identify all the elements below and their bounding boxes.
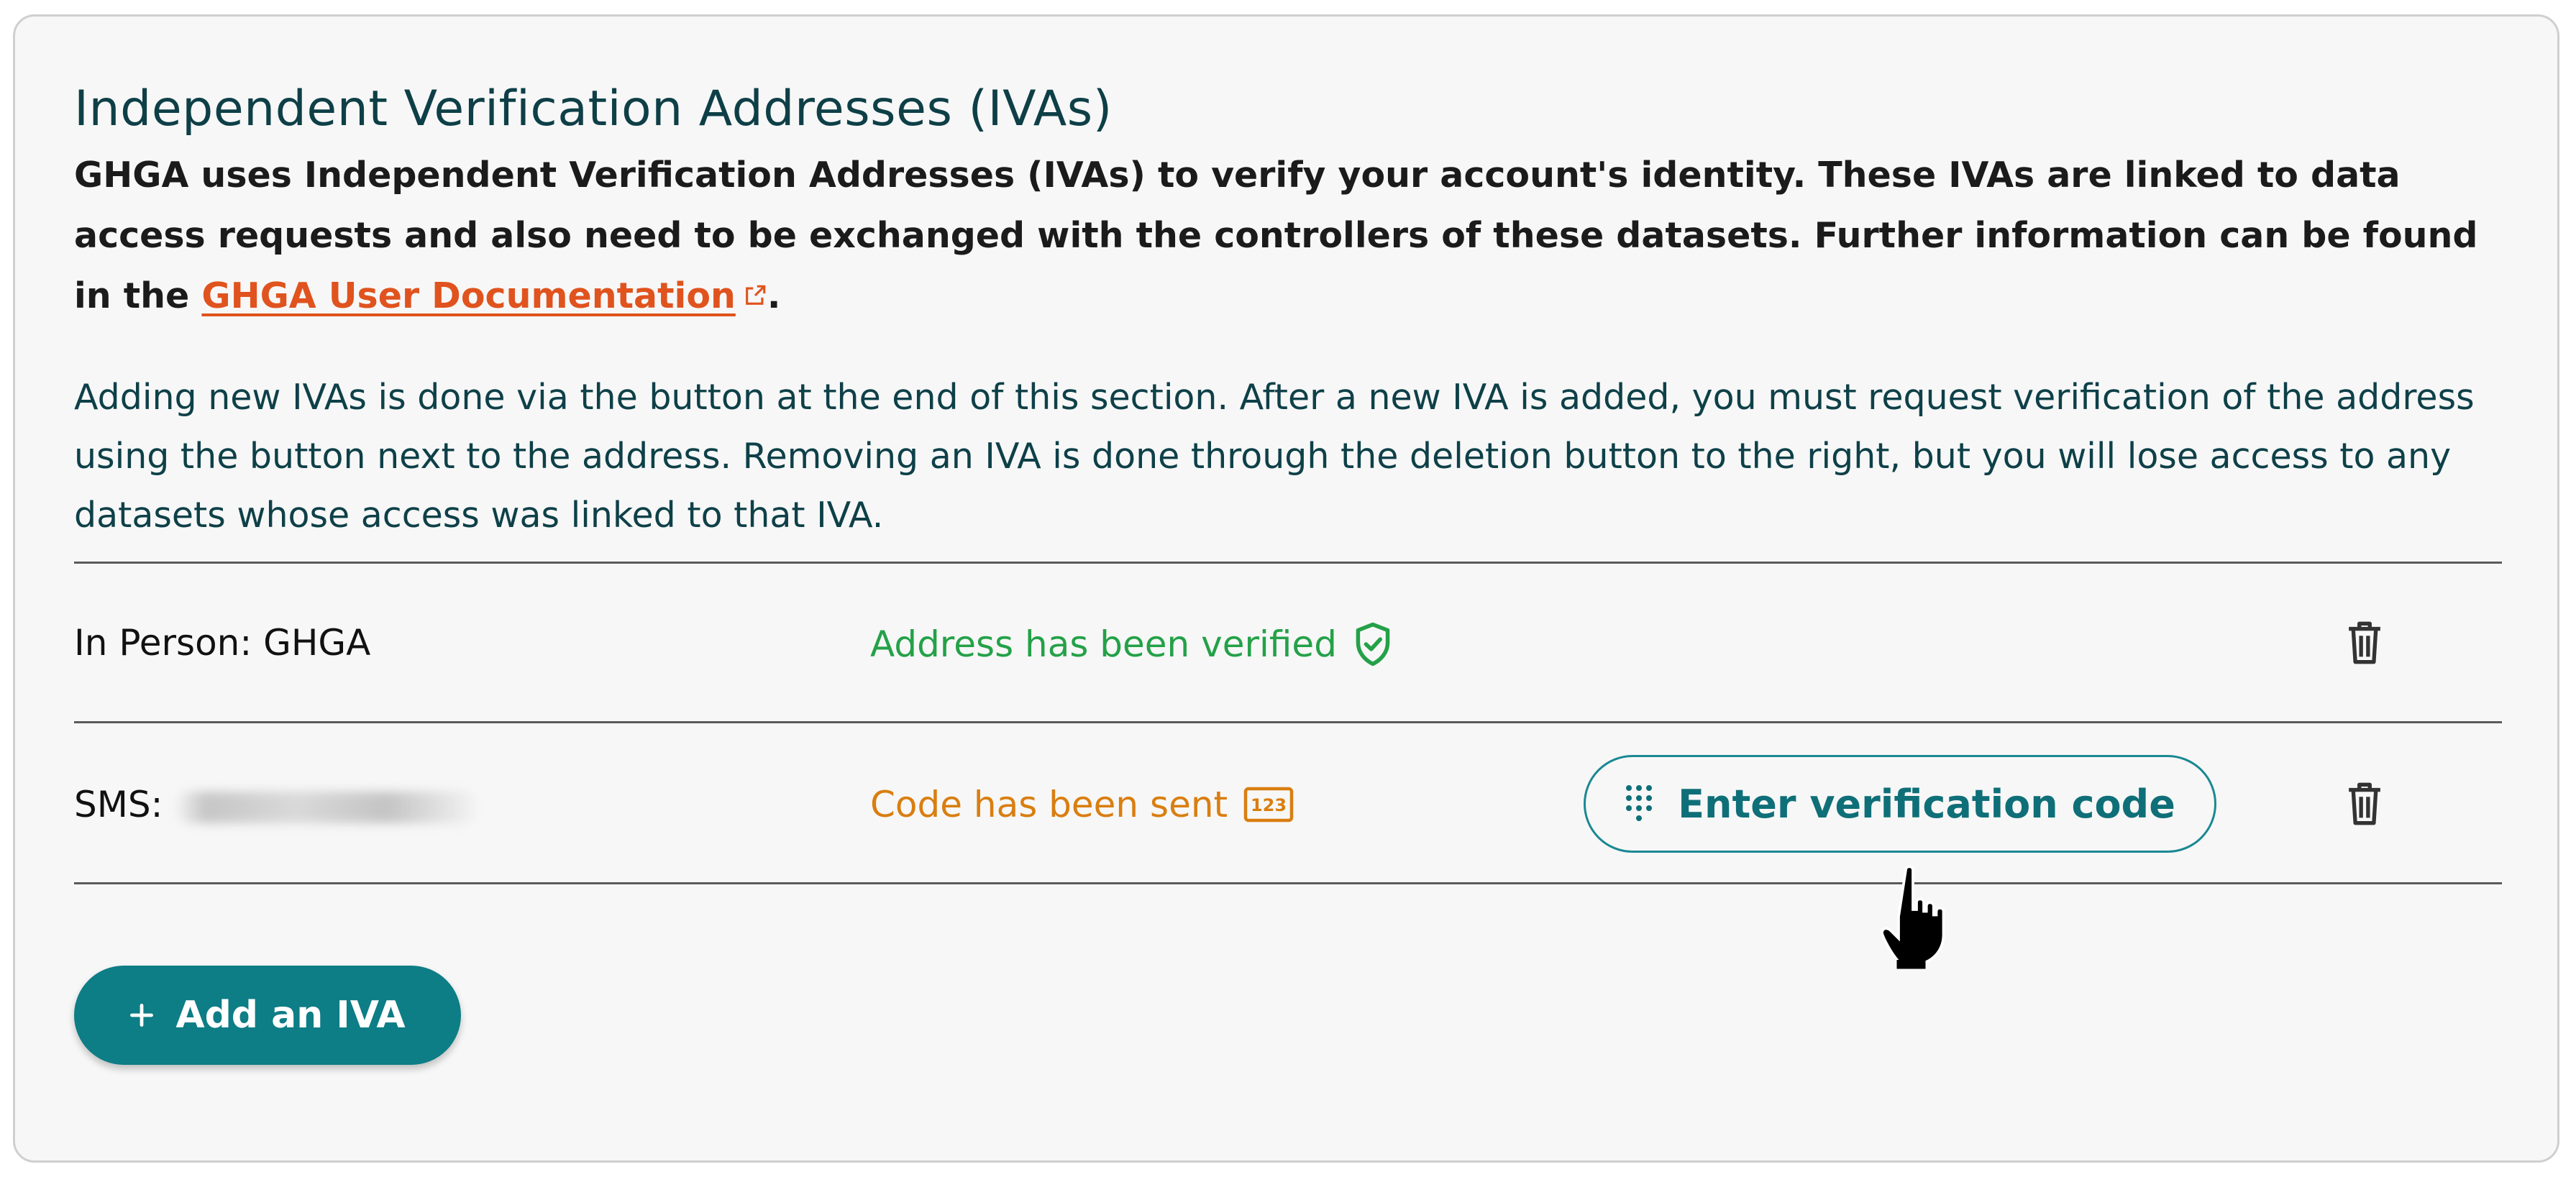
iva-status-verified: Address has been verified [870,621,1393,667]
intro-end: . [767,275,781,316]
divider [74,721,2502,723]
enter-verification-code-button[interactable]: Enter verification code [1584,755,2216,853]
iva-status-code-sent: Code has been sent 123 [870,783,1294,826]
plus-icon [130,1004,154,1027]
verify-button-label: Enter verification code [1678,781,2175,827]
divider [74,562,2502,564]
masked-phone-number [175,791,478,823]
add-iva-button[interactable]: Add an IVA [74,966,461,1065]
hand-pointer-cursor-icon [1881,865,1945,969]
status-text: Address has been verified [870,623,1337,665]
external-link-icon [745,285,766,305]
intro-paragraph: GHGA uses Independent Verification Addre… [74,145,2505,326]
instructions-paragraph: Adding new IVAs is done via the button a… [74,377,2475,536]
section-title: Independent Verification Addresses (IVAs… [74,81,1113,137]
svg-text:123: 123 [1251,795,1287,815]
delete-iva-button[interactable] [2343,779,2386,828]
delete-iva-button[interactable] [2343,618,2386,667]
dialpad-icon [1626,785,1653,821]
status-text: Code has been sent [870,784,1228,825]
shield-check-icon [1356,622,1390,667]
user-documentation-link-label: GHGA User Documentation [201,275,736,316]
user-documentation-link[interactable]: GHGA User Documentation [201,275,767,316]
add-iva-label: Add an IVA [175,994,406,1037]
numeric-123-icon: 123 [1243,787,1294,823]
divider [74,882,2502,884]
iva-label: In Person: GHGA [74,622,371,664]
iva-type-label: SMS: [74,784,163,825]
iva-label: SMS: [74,783,478,826]
